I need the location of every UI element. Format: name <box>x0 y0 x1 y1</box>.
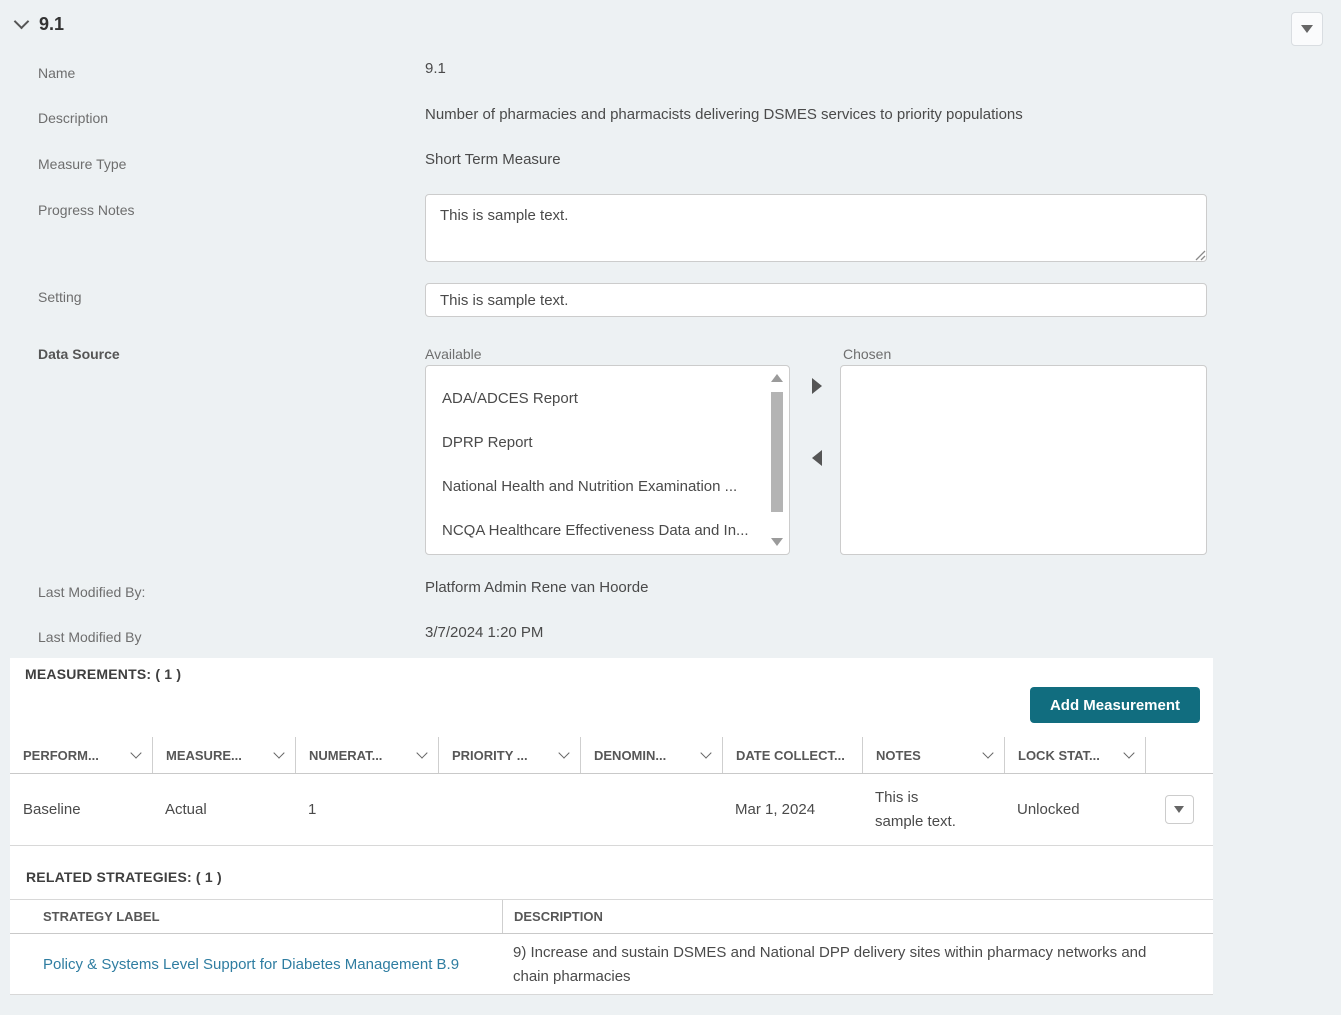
available-label: Available <box>425 346 482 362</box>
cell-notes: This is sample text. <box>862 774 1004 845</box>
row-menu-button[interactable] <box>1165 795 1194 824</box>
setting-label: Setting <box>38 289 82 305</box>
column-header-description: DESCRIPTION <box>502 900 1213 933</box>
cell-denominator <box>580 774 722 845</box>
last-modified-date-label: Last Modified By <box>38 629 142 645</box>
column-header-lock-status[interactable]: LOCK STAT... <box>1004 737 1145 773</box>
add-measurement-button[interactable]: Add Measurement <box>1030 687 1200 723</box>
progress-notes-label: Progress Notes <box>38 202 134 218</box>
strategies-table-header: STRATEGY LABEL DESCRIPTION <box>10 899 1213 934</box>
chevron-down-icon[interactable] <box>558 747 569 758</box>
strategy-description-text: 9) Increase and sustain DSMES and Nation… <box>513 941 1173 989</box>
scrollbar[interactable] <box>767 368 787 552</box>
name-value: 9.1 <box>425 60 446 77</box>
scroll-down-icon[interactable] <box>771 538 783 546</box>
page-title: 9.1 <box>39 14 64 35</box>
description-label: Description <box>38 110 108 126</box>
cell-actions <box>1145 774 1213 845</box>
column-header-priority[interactable]: PRIORITY ... <box>438 737 580 773</box>
cell-performance: Baseline <box>10 774 152 845</box>
strategy-link[interactable]: Policy & Systems Level Support for Diabe… <box>43 956 459 973</box>
move-left-icon[interactable] <box>812 450 822 466</box>
chevron-down-icon[interactable] <box>130 747 141 758</box>
available-listbox[interactable]: ADA/ADCES Report DPRP Report National He… <box>425 365 790 555</box>
last-modified-by-label: Last Modified By: <box>38 584 145 600</box>
cell-date-collected: Mar 1, 2024 <box>722 774 862 845</box>
measure-header: 9.1 <box>16 14 64 35</box>
chevron-down-icon[interactable] <box>416 747 427 758</box>
cell-measure: Actual <box>152 774 295 845</box>
caret-down-icon <box>1301 25 1313 33</box>
chevron-down-icon[interactable] <box>1123 747 1134 758</box>
resize-handle-icon[interactable] <box>1195 250 1206 261</box>
column-header-strategy-label: STRATEGY LABEL <box>10 900 502 933</box>
chevron-down-icon[interactable] <box>982 747 993 758</box>
last-modified-by-value: Platform Admin Rene van Hoorde <box>425 579 648 596</box>
header-menu-button[interactable] <box>1291 12 1323 46</box>
strategy-row: Policy & Systems Level Support for Diabe… <box>10 934 1213 995</box>
column-header-denominator[interactable]: DENOMIN... <box>580 737 722 773</box>
last-modified-date-value: 3/7/2024 1:20 PM <box>425 624 543 641</box>
data-source-label: Data Source <box>38 346 120 362</box>
name-label: Name <box>38 65 75 81</box>
chosen-listbox[interactable] <box>840 365 1207 555</box>
caret-down-icon <box>1174 806 1184 813</box>
column-header-measure[interactable]: MEASURE... <box>152 737 295 773</box>
move-right-icon[interactable] <box>812 378 822 394</box>
column-header-actions <box>1145 737 1213 773</box>
chosen-label: Chosen <box>843 346 891 362</box>
chevron-down-icon[interactable] <box>700 747 711 758</box>
measurements-section-title: MEASUREMENTS: ( 1 ) <box>25 666 181 682</box>
progress-notes-textarea[interactable]: This is sample text. <box>425 194 1207 262</box>
cell-lock-status: Unlocked <box>1004 774 1145 845</box>
scroll-up-icon[interactable] <box>771 374 783 382</box>
column-header-performance[interactable]: PERFORM... <box>10 737 152 773</box>
collapse-chevron-icon[interactable] <box>14 14 30 30</box>
cell-strategy-label: Policy & Systems Level Support for Diabe… <box>10 934 502 995</box>
description-value: Number of pharmacies and pharmacists del… <box>425 106 1023 123</box>
list-item[interactable]: ADA/ADCES Report <box>426 376 765 420</box>
related-strategies-section-title: RELATED STRATEGIES: ( 1 ) <box>26 869 222 885</box>
list-item[interactable]: National Health and Nutrition Examinatio… <box>426 464 765 508</box>
measure-type-value: Short Term Measure <box>425 151 561 168</box>
list-item[interactable]: NCQA Healthcare Effectiveness Data and I… <box>426 508 765 552</box>
measurements-table-header: PERFORM... MEASURE... NUMERAT... PRIORIT… <box>10 737 1213 774</box>
measure-type-label: Measure Type <box>38 156 126 172</box>
measurement-row: Baseline Actual 1 Mar 1, 2024 This is sa… <box>10 774 1213 846</box>
setting-input[interactable] <box>425 283 1207 317</box>
cell-numerator: 1 <box>295 774 438 845</box>
chevron-down-icon[interactable] <box>273 747 284 758</box>
details-panel: MEASUREMENTS: ( 1 ) Add Measurement PERF… <box>10 658 1213 995</box>
measure-detail-page: { "header": { "title": "9.1" }, "form": … <box>0 0 1341 1015</box>
cell-priority <box>438 774 580 845</box>
column-header-date-collected[interactable]: DATE COLLECT... <box>722 737 862 773</box>
scroll-thumb[interactable] <box>771 392 783 512</box>
column-header-numerator[interactable]: NUMERAT... <box>295 737 438 773</box>
list-item[interactable]: DPRP Report <box>426 420 765 464</box>
cell-strategy-description: 9) Increase and sustain DSMES and Nation… <box>502 934 1213 995</box>
column-header-notes[interactable]: NOTES <box>862 737 1004 773</box>
